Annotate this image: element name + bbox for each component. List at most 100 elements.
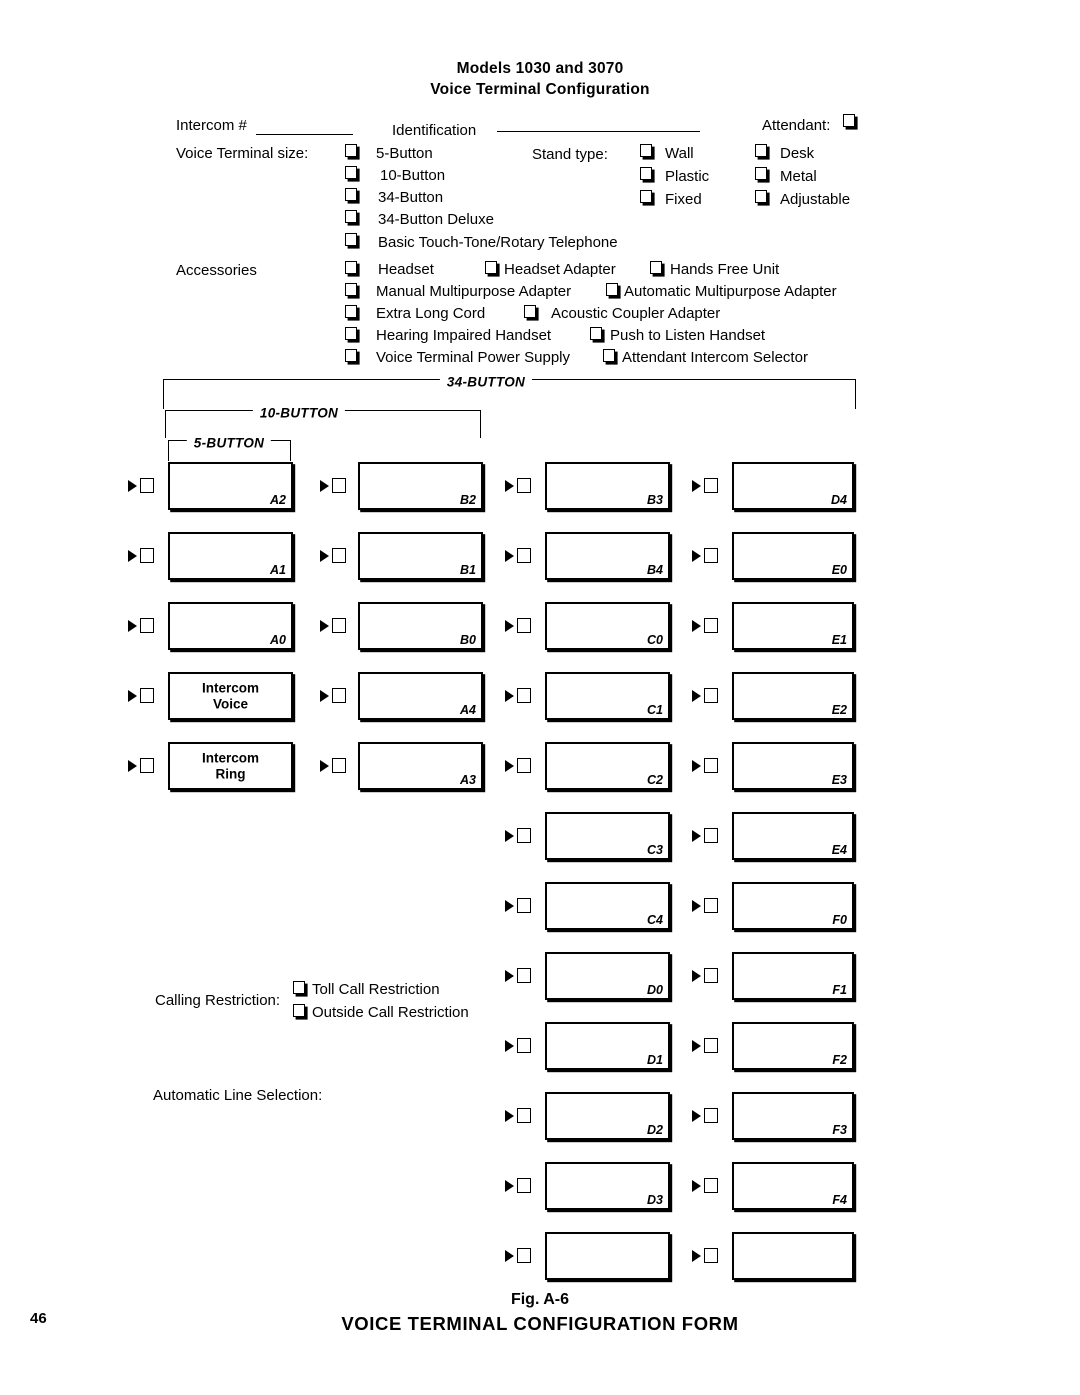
button-label-box[interactable]: B1 [358, 532, 483, 580]
line-checkbox[interactable] [517, 898, 531, 913]
line-checkbox[interactable] [517, 478, 531, 493]
button-label-box[interactable]: D4 [732, 462, 854, 510]
button-label-box[interactable] [545, 1232, 670, 1280]
button-label-box[interactable]: D0 [545, 952, 670, 1000]
line-checkbox[interactable] [332, 758, 346, 773]
button-label-box[interactable]: C1 [545, 672, 670, 720]
line-checkbox[interactable] [704, 618, 718, 633]
button-label-box[interactable] [732, 1232, 854, 1280]
line-checkbox[interactable] [704, 1108, 718, 1123]
button-label-box[interactable]: B4 [545, 532, 670, 580]
button-label-box[interactable]: A1 [168, 532, 293, 580]
line-checkbox[interactable] [517, 1248, 531, 1263]
identification-write-in-line[interactable] [497, 131, 700, 132]
line-checkbox[interactable] [704, 968, 718, 983]
line-checkbox[interactable] [140, 688, 154, 703]
line-checkbox[interactable] [704, 828, 718, 843]
line-checkbox[interactable] [704, 548, 718, 563]
line-checkbox[interactable] [704, 898, 718, 913]
size-label-34-button-deluxe: 34-Button Deluxe [378, 211, 494, 228]
button-label-box[interactable]: Intercom Ring [168, 742, 293, 790]
size-checkbox-10-button[interactable] [345, 166, 357, 179]
stand-checkbox-metal[interactable] [755, 167, 767, 180]
accessory-checkbox-hands-free-unit[interactable] [650, 261, 662, 274]
calling-restriction-checkbox-outside-call[interactable] [293, 1004, 305, 1017]
accessory-checkbox-voice-terminal-power-supply[interactable] [345, 349, 357, 362]
button-box-code: E4 [831, 842, 847, 857]
button-label-box[interactable]: C3 [545, 812, 670, 860]
stand-checkbox-plastic[interactable] [640, 167, 652, 180]
accessory-checkbox-extra-long-cord[interactable] [345, 305, 357, 318]
button-label-box[interactable]: D1 [545, 1022, 670, 1070]
button-label-box[interactable]: E4 [732, 812, 854, 860]
button-label-box[interactable]: B3 [545, 462, 670, 510]
accessory-checkbox-attendant-intercom-selector[interactable] [603, 349, 615, 362]
button-label-box[interactable]: E2 [732, 672, 854, 720]
button-label-box[interactable]: C0 [545, 602, 670, 650]
line-checkbox[interactable] [704, 1178, 718, 1193]
accessory-checkbox-headset-adapter[interactable] [485, 261, 497, 274]
stand-checkbox-wall[interactable] [640, 144, 652, 157]
line-checkbox[interactable] [140, 618, 154, 633]
line-checkbox[interactable] [517, 1108, 531, 1123]
button-box-code: F4 [832, 1192, 847, 1207]
line-checkbox[interactable] [517, 688, 531, 703]
line-checkbox[interactable] [517, 968, 531, 983]
button-label-box[interactable]: D2 [545, 1092, 670, 1140]
line-checkbox[interactable] [332, 618, 346, 633]
line-checkbox[interactable] [704, 1038, 718, 1053]
accessory-checkbox-hearing-impaired-handset[interactable] [345, 327, 357, 340]
button-label-box[interactable]: A2 [168, 462, 293, 510]
line-checkbox[interactable] [517, 828, 531, 843]
line-checkbox[interactable] [517, 1038, 531, 1053]
stand-checkbox-fixed[interactable] [640, 190, 652, 203]
line-checkbox[interactable] [517, 1178, 531, 1193]
line-checkbox[interactable] [704, 1248, 718, 1263]
line-checkbox[interactable] [704, 758, 718, 773]
size-checkbox-34-button-deluxe[interactable] [345, 210, 357, 223]
button-label-box[interactable]: C4 [545, 882, 670, 930]
button-label-box[interactable]: F3 [732, 1092, 854, 1140]
button-label-box[interactable]: C2 [545, 742, 670, 790]
line-checkbox[interactable] [140, 478, 154, 493]
button-label-box[interactable]: B2 [358, 462, 483, 510]
line-checkbox[interactable] [517, 548, 531, 563]
calling-restriction-checkbox-toll-call[interactable] [293, 981, 305, 994]
accessory-checkbox-acoustic-coupler-adapter[interactable] [524, 305, 536, 318]
line-checkbox[interactable] [704, 688, 718, 703]
button-label-box[interactable]: E1 [732, 602, 854, 650]
button-label-box[interactable]: F2 [732, 1022, 854, 1070]
line-checkbox[interactable] [332, 548, 346, 563]
button-label-box[interactable]: F4 [732, 1162, 854, 1210]
button-label-box[interactable]: Intercom Voice [168, 672, 293, 720]
accessory-checkbox-manual-multipurpose-adapter[interactable] [345, 283, 357, 296]
stand-checkbox-desk[interactable] [755, 144, 767, 157]
button-label-box[interactable]: E0 [732, 532, 854, 580]
button-label-box[interactable]: E3 [732, 742, 854, 790]
attendant-checkbox[interactable] [843, 114, 855, 127]
size-checkbox-basic-telephone[interactable] [345, 233, 357, 246]
line-checkbox[interactable] [517, 618, 531, 633]
line-checkbox[interactable] [140, 548, 154, 563]
accessory-checkbox-headset[interactable] [345, 261, 357, 274]
line-checkbox[interactable] [332, 478, 346, 493]
line-checkbox[interactable] [140, 758, 154, 773]
stand-checkbox-adjustable[interactable] [755, 190, 767, 203]
button-label-box[interactable]: D3 [545, 1162, 670, 1210]
line-checkbox[interactable] [704, 478, 718, 493]
accessory-checkbox-push-to-listen-handset[interactable] [590, 327, 602, 340]
line-checkbox[interactable] [332, 688, 346, 703]
button-label-box[interactable]: A3 [358, 742, 483, 790]
intercom-number-write-in-line[interactable] [256, 134, 353, 135]
button-label-box[interactable]: A4 [358, 672, 483, 720]
button-label-box[interactable]: F0 [732, 882, 854, 930]
button-label-box[interactable]: B0 [358, 602, 483, 650]
size-checkbox-5-button[interactable] [345, 144, 357, 157]
line-pointer-arrow-icon [128, 620, 137, 632]
button-label-box[interactable]: A0 [168, 602, 293, 650]
accessory-checkbox-automatic-multipurpose-adapter[interactable] [606, 283, 618, 296]
size-checkbox-34-button[interactable] [345, 188, 357, 201]
line-checkbox[interactable] [517, 758, 531, 773]
button-label-box[interactable]: F1 [732, 952, 854, 1000]
line-pointer-arrow-icon [128, 480, 137, 492]
